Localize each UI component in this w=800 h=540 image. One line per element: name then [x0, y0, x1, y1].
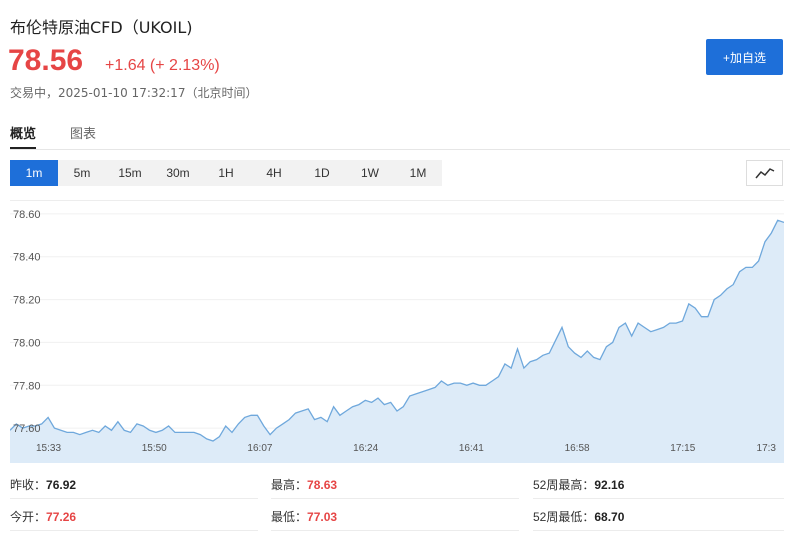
- stat-divider: [533, 498, 784, 499]
- stat-label: 最高：: [271, 478, 308, 492]
- stat-high: 最高：78.63: [271, 476, 337, 493]
- period-5m[interactable]: 5m: [58, 160, 106, 186]
- stat-52w-low: 52周最低：68.70: [533, 508, 624, 525]
- stat-divider: [271, 498, 519, 499]
- stat-value: 77.03: [307, 510, 338, 524]
- current-price: 78.56: [8, 44, 84, 77]
- stat-value: 76.92: [46, 478, 77, 492]
- add-to-watchlist-button[interactable]: +加自选: [706, 39, 783, 75]
- stat-label: 52周最低：: [533, 510, 595, 524]
- stat-prev-close: 昨收：76.92: [10, 476, 76, 493]
- period-4h[interactable]: 4H: [250, 160, 298, 186]
- x-tick-label: 16:41: [459, 443, 484, 454]
- x-tick-label: 16:07: [247, 443, 272, 454]
- tab-overview[interactable]: 概览: [10, 123, 37, 149]
- x-tick-label: 16:58: [565, 443, 590, 454]
- chart-type-button[interactable]: [746, 160, 783, 186]
- y-tick-label: 77.60: [13, 423, 41, 435]
- tab-bar: 概览 图表: [10, 123, 130, 149]
- x-tick-label: 15:33: [36, 443, 61, 454]
- stat-label: 昨收：: [10, 478, 47, 492]
- stat-low: 最低：77.03: [271, 508, 337, 525]
- stat-label: 今开：: [10, 510, 47, 524]
- stat-open: 今开：77.26: [10, 508, 76, 525]
- y-tick-label: 78.40: [13, 252, 41, 264]
- stat-value: 68.70: [594, 510, 625, 524]
- tab-chart[interactable]: 图表: [70, 123, 96, 149]
- y-tick-label: 78.60: [13, 209, 41, 221]
- stat-label: 52周最高：: [533, 478, 595, 492]
- stat-divider: [271, 530, 519, 531]
- x-tick-label: 15:50: [142, 443, 167, 454]
- tab-divider: [10, 149, 790, 150]
- x-tick-label: 17:3: [757, 443, 777, 454]
- stat-value: 92.16: [594, 478, 625, 492]
- stat-divider: [533, 530, 784, 531]
- price-chart-svg: 78.60 78.40 78.20 78.00 77.80 77.60 15:33 15:50…: [9, 209, 785, 463]
- x-tick-label: 16:24: [353, 443, 378, 454]
- y-tick-label: 78.00: [13, 337, 41, 349]
- period-1d[interactable]: 1D: [298, 160, 346, 186]
- trading-status: 交易中，2025-01-10 17:32:17（北京时间）: [10, 86, 258, 100]
- y-tick-label: 77.80: [13, 380, 41, 392]
- period-1w[interactable]: 1W: [346, 160, 394, 186]
- stat-value: 78.63: [307, 478, 338, 492]
- line-chart-icon: [754, 168, 774, 179]
- instrument-title: 布伦特原油CFD（UKOIL): [10, 18, 193, 37]
- stat-value: 77.26: [46, 510, 77, 524]
- price-chart[interactable]: 78.60 78.40 78.20 78.00 77.80 77.60 15:33 15:50…: [9, 200, 785, 463]
- stat-divider: [10, 498, 258, 499]
- period-1mo[interactable]: 1M: [394, 160, 442, 186]
- stat-divider: [10, 530, 258, 531]
- period-selector: 1m 5m 15m 30m 1H 4H 1D 1W 1M: [10, 160, 442, 186]
- period-15m[interactable]: 15m: [106, 160, 154, 186]
- price-change: +1.64 (+ 2.13%): [105, 57, 220, 74]
- stat-label: 最低：: [271, 510, 308, 524]
- x-tick-label: 17:15: [670, 443, 695, 454]
- period-30m[interactable]: 30m: [154, 160, 202, 186]
- period-1h[interactable]: 1H: [202, 160, 250, 186]
- stat-52w-high: 52周最高：92.16: [533, 476, 624, 493]
- period-1m[interactable]: 1m: [10, 160, 58, 186]
- y-tick-label: 78.20: [13, 295, 41, 307]
